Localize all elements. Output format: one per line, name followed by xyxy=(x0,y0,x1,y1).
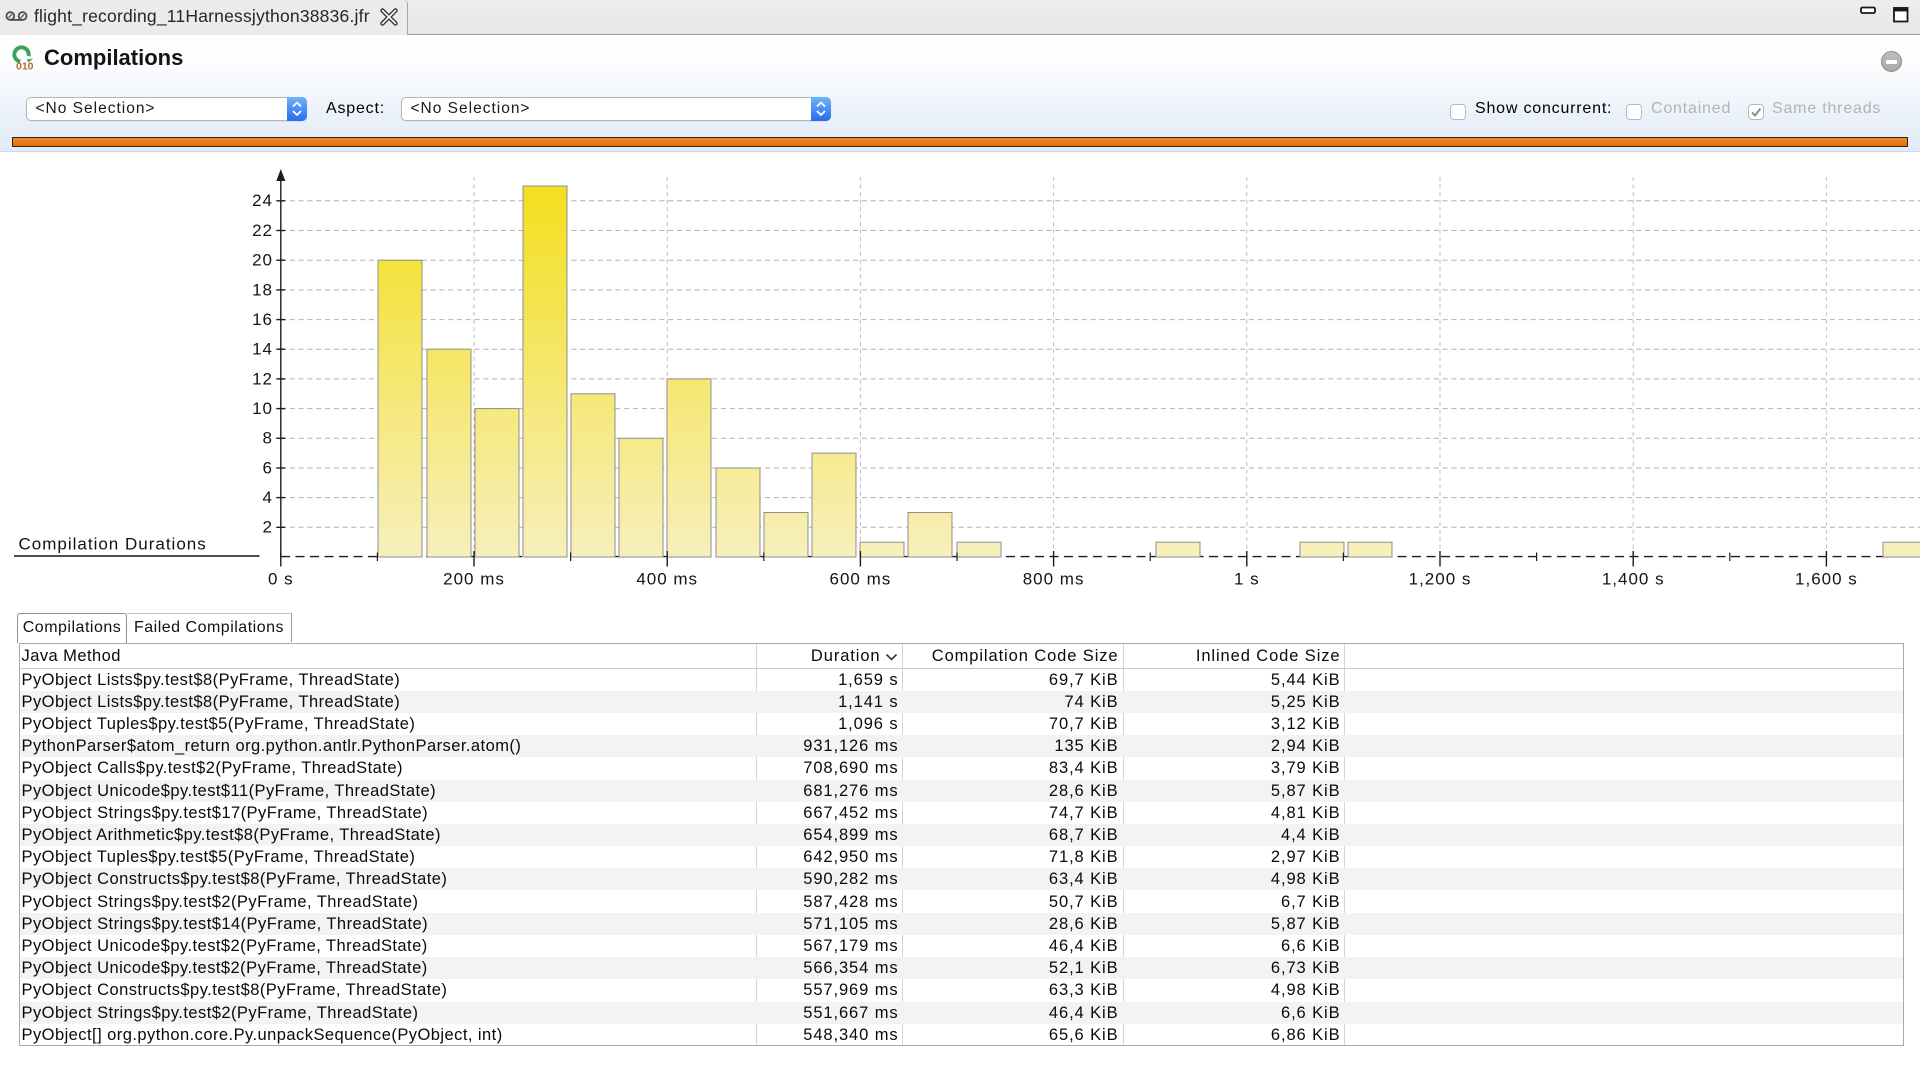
svg-text:1,200 s: 1,200 s xyxy=(1409,570,1472,589)
svg-text:14: 14 xyxy=(252,340,273,359)
svg-text:600 ms: 600 ms xyxy=(830,570,892,589)
svg-text:22: 22 xyxy=(252,221,273,240)
svg-text:010: 010 xyxy=(16,61,34,73)
svg-text:8: 8 xyxy=(263,429,273,448)
svg-text:2: 2 xyxy=(263,518,273,537)
svg-text:4: 4 xyxy=(263,488,273,507)
svg-text:16: 16 xyxy=(252,310,273,329)
svg-text:12: 12 xyxy=(252,369,273,388)
svg-text:20: 20 xyxy=(252,251,273,270)
svg-text:1,600 s: 1,600 s xyxy=(1795,570,1858,589)
svg-text:0 s: 0 s xyxy=(268,570,294,589)
svg-text:Compilation Durations: Compilation Durations xyxy=(19,535,207,554)
svg-text:1 s: 1 s xyxy=(1234,570,1260,589)
svg-text:24: 24 xyxy=(252,191,273,210)
svg-text:6: 6 xyxy=(263,458,273,477)
svg-text:10: 10 xyxy=(252,399,273,418)
svg-text:200 ms: 200 ms xyxy=(443,570,505,589)
svg-text:800 ms: 800 ms xyxy=(1023,570,1085,589)
svg-text:1,400 s: 1,400 s xyxy=(1602,570,1665,589)
svg-text:400 ms: 400 ms xyxy=(636,570,698,589)
svg-text:18: 18 xyxy=(252,280,273,299)
